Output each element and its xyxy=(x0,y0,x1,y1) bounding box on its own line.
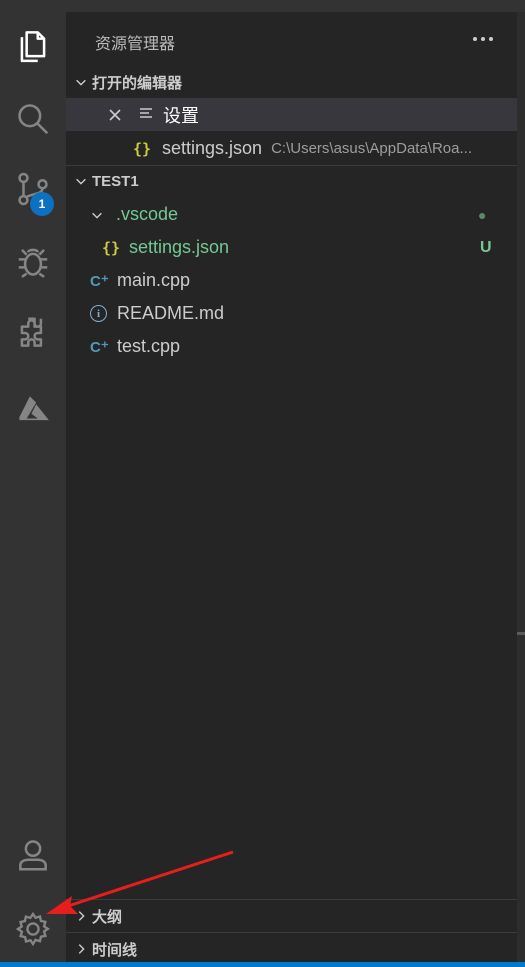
source-control-icon[interactable]: 1 xyxy=(0,156,66,222)
cpp-icon: C⁺ xyxy=(90,272,109,290)
file-settings-json[interactable]: {} settings.json U xyxy=(66,231,517,264)
activity-bar: 1 xyxy=(0,0,66,967)
file-readme-md[interactable]: i README.md xyxy=(66,297,517,330)
open-editors-label: 打开的编辑器 xyxy=(92,74,183,92)
azure-icon[interactable] xyxy=(0,376,66,442)
extensions-icon[interactable] xyxy=(0,300,66,366)
outline-label: 大纲 xyxy=(92,908,123,926)
open-editor-settings-json[interactable]: {} settings.json C:\Users\asus\AppData\R… xyxy=(66,132,517,165)
explorer-title: 资源管理器 xyxy=(95,36,176,53)
scm-badge: 1 xyxy=(30,192,54,216)
json-icon: {} xyxy=(102,238,121,257)
file-test-cpp[interactable]: C⁺ test.cpp xyxy=(66,330,517,363)
chevron-down-icon xyxy=(70,166,92,196)
untracked-status: U xyxy=(480,238,492,256)
file-label: main.cpp xyxy=(117,270,191,290)
outline-header[interactable]: 大纲 xyxy=(66,901,517,931)
json-icon: {} xyxy=(133,139,152,158)
section-divider xyxy=(66,932,517,933)
file-path: C:\Users\asus\AppData\Roa... xyxy=(271,140,472,157)
settings-gear-icon[interactable] xyxy=(0,896,66,962)
chevron-down-icon xyxy=(90,208,104,222)
scrollbar-marker xyxy=(517,632,525,635)
section-divider xyxy=(66,899,517,900)
more-actions-icon[interactable] xyxy=(466,26,500,52)
search-icon[interactable] xyxy=(0,86,66,152)
cpp-icon: C⁺ xyxy=(90,338,109,356)
file-label: settings.json xyxy=(129,237,230,257)
workspace-header[interactable]: TEST1 xyxy=(66,166,517,196)
open-editor-label: settings.json xyxy=(162,138,263,158)
open-editor-settings-ui[interactable]: 设置 xyxy=(66,98,517,131)
chevron-down-icon xyxy=(70,67,92,97)
folder-label: .vscode xyxy=(116,204,179,224)
explorer-icon[interactable] xyxy=(0,12,66,78)
explorer-sidebar: 资源管理器 打开的编辑器 设置 {} settings.json C:\User… xyxy=(66,12,517,962)
open-editor-label: 设置 xyxy=(163,105,199,126)
open-editors-header[interactable]: 打开的编辑器 xyxy=(66,67,517,97)
file-label: README.md xyxy=(117,303,225,323)
settings-editor-icon xyxy=(139,104,153,125)
workspace-label: TEST1 xyxy=(92,172,139,190)
debug-icon[interactable] xyxy=(0,228,66,294)
folder-vscode[interactable]: .vscode ● xyxy=(66,198,517,231)
chevron-right-icon xyxy=(70,901,92,931)
info-icon: i xyxy=(90,305,107,322)
status-bar xyxy=(0,962,525,967)
account-icon[interactable] xyxy=(0,822,66,888)
close-icon[interactable] xyxy=(106,108,124,122)
sidebar-scrollbar[interactable] xyxy=(517,12,525,962)
modified-dot-icon: ● xyxy=(478,206,487,223)
chevron-right-icon xyxy=(70,934,92,964)
timeline-label: 时间线 xyxy=(92,941,138,959)
file-label: test.cpp xyxy=(117,336,181,356)
file-main-cpp[interactable]: C⁺ main.cpp xyxy=(66,264,517,297)
title-strip xyxy=(66,0,525,12)
timeline-header[interactable]: 时间线 xyxy=(66,934,517,964)
